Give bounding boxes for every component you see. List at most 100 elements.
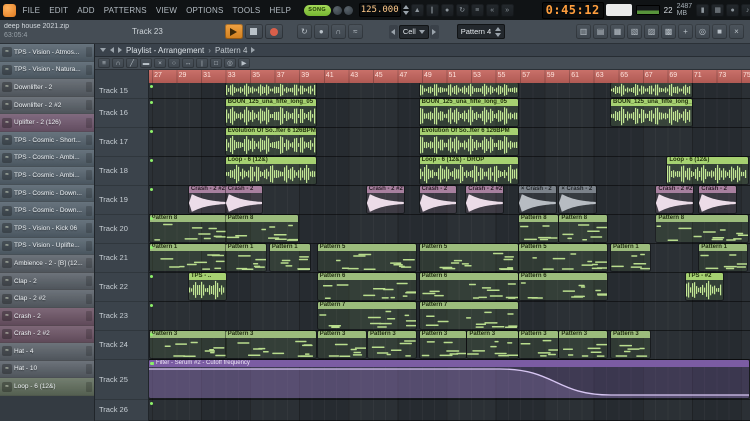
browser-item[interactable]: ≈ TPS - Vision - Uplifte...	[0, 237, 94, 256]
pattern-clip[interactable]: Pattern 5	[518, 244, 608, 271]
browser-item[interactable]: ≈ TPS - Cosmic - Down...	[0, 202, 94, 220]
audio-clip[interactable]: Evolution Of So..fter 6 126BPM	[419, 128, 518, 155]
crash-clip[interactable]: Crash - 2	[419, 186, 457, 213]
pattern-clip[interactable]: Pattern 3	[611, 331, 651, 358]
tempo-tap-icon[interactable]: ◎	[695, 24, 710, 39]
pattern-clip[interactable]: Pattern 8	[559, 215, 608, 242]
snap-prev-icon[interactable]	[388, 24, 398, 39]
breadcrumb-pattern[interactable]: Pattern 4	[215, 46, 247, 55]
speaker-icon[interactable]: ♪	[741, 3, 750, 17]
pattern-clip[interactable]: Pattern 3	[149, 331, 226, 358]
piano-roll-window-icon[interactable]: ▦	[610, 24, 625, 39]
pattern-clip[interactable]: Pattern 5	[419, 244, 518, 271]
browser-item[interactable]: ≈ Hat - 10	[0, 360, 94, 379]
pattern-clip[interactable]: Pattern 5	[317, 244, 416, 271]
browser-item[interactable]: ≈ TPS - Vision - Kick 06	[0, 219, 94, 238]
track-lane[interactable]: BOUN_125_una_fifte_long_05 BOUN_125_una_f…	[149, 99, 750, 128]
audio-clip[interactable]: Evolution Of So..fter 6 126BPM	[225, 128, 317, 155]
slip-tool-icon[interactable]: ↔	[182, 58, 194, 68]
crash-clip[interactable]: Crash - 2 #2	[466, 186, 503, 213]
browser-item[interactable]: ≈ Hat - 4	[0, 343, 94, 361]
pattern-selector[interactable]: Pattern 4	[456, 24, 506, 39]
pattern-clip[interactable]: Pattern 7	[317, 302, 416, 329]
pattern-clip[interactable]: Pattern 8	[149, 215, 226, 242]
close-all-icon[interactable]: ×	[729, 24, 744, 39]
play-button[interactable]	[224, 24, 243, 39]
menu-view[interactable]: VIEW	[151, 6, 181, 15]
mic-icon[interactable]: ●	[726, 3, 740, 17]
pattern-clip[interactable]: Pattern 1	[149, 244, 226, 271]
track-lane[interactable]: TPS - .. Pattern 6 Pattern 6 Pattern 6 TPS -…	[149, 273, 750, 302]
pattern-clip[interactable]: Pattern 3	[467, 331, 518, 358]
menu-edit[interactable]: EDIT	[45, 6, 73, 15]
pattern-clip[interactable]: Pattern 8	[225, 215, 299, 242]
pattern-clip[interactable]: Pattern 1	[699, 244, 748, 271]
pattern-clip[interactable]: Pattern 8	[518, 215, 559, 242]
track-lane[interactable]: Crash - 2 #2 Crash - 2 Crash - 2 #2 Crash -…	[149, 186, 750, 215]
pattern-clip[interactable]: Pattern 1	[611, 244, 651, 271]
pattern-clip[interactable]: Pattern 8	[656, 215, 749, 242]
track-header[interactable]: Track 25	[95, 360, 148, 400]
browser-item[interactable]: ≈ Downlifter - 2	[0, 79, 94, 97]
audio-clip[interactable]: BOUN_125_una_fifte_long_05	[611, 99, 692, 126]
track-header[interactable]: Track 22	[95, 273, 148, 302]
crash-clip[interactable]: Crash - 2 #2	[656, 186, 694, 213]
snap-next-icon[interactable]	[429, 24, 439, 39]
pattern-song-loop-icon[interactable]: ↻	[296, 24, 312, 39]
pattern-clip[interactable]: Pattern 3	[225, 331, 317, 358]
browser-item[interactable]: ≈ TPS - Cosmic - Down...	[0, 184, 94, 203]
automation-clip[interactable]: Filter - Serum #2 - Cutoff frequency	[149, 360, 749, 398]
zoom-tool-icon[interactable]: ◎	[224, 58, 236, 68]
crash-clip[interactable]: Crash - 2	[699, 186, 737, 213]
pattern-clip[interactable]: Pattern 7	[419, 302, 518, 329]
tempo-display[interactable]: 125.000	[358, 3, 401, 17]
track-header[interactable]: Track 26	[95, 400, 148, 421]
nav-left-icon[interactable]	[110, 47, 114, 53]
audio-clip[interactable]: BOUN_125_una_fifte_long_05	[225, 99, 317, 126]
picker-panel-icon[interactable]: ▥	[576, 24, 591, 39]
browser-item[interactable]: ≈ TPS - Cosmic - Ambi...	[0, 167, 94, 185]
slice-tool-icon[interactable]: |	[196, 58, 208, 68]
pattern-clip[interactable]: Pattern 1	[269, 244, 311, 271]
audio-clip[interactable]: Loop - 6 (12&)	[225, 157, 317, 184]
audio-clip[interactable]	[419, 83, 518, 97]
browser-item[interactable]: ≈ Loop - 6 (12&)	[0, 378, 94, 396]
tempo-spinner[interactable]	[402, 5, 409, 15]
pattern-clip[interactable]: Pattern 6	[518, 273, 608, 300]
browser-window-icon[interactable]: ▩	[661, 24, 676, 39]
crash-clip[interactable]: × Crash - 2	[518, 186, 556, 213]
audio-clip[interactable]: Loop - 6 (12&)	[667, 157, 749, 184]
note-snap-icon[interactable]: ∩	[330, 24, 346, 39]
midi-activity-icon[interactable]: ▮	[696, 3, 710, 17]
crumb-next-icon[interactable]	[251, 47, 256, 53]
rewind-icon[interactable]: «	[485, 3, 499, 17]
window-arrange-icon[interactable]: ■	[712, 24, 727, 39]
track-header[interactable]: Track 17	[95, 128, 148, 157]
menu-options[interactable]: OPTIONS	[182, 6, 228, 15]
draw-tool-icon[interactable]: ╱	[126, 58, 138, 68]
track-header[interactable]: Track 15	[95, 83, 148, 99]
blend-recording-icon[interactable]: ●	[440, 3, 454, 17]
track-header[interactable]: Track 20	[95, 215, 148, 244]
playback-tool-icon[interactable]: ▶	[238, 58, 250, 68]
menu-file[interactable]: FILE	[18, 6, 45, 15]
pattern-clip[interactable]: Pattern 1	[225, 244, 267, 271]
menu-tools[interactable]: TOOLS	[228, 6, 265, 15]
track-header[interactable]: Track 19	[95, 186, 148, 215]
browser-item[interactable]: ≈ Uplifter - 2 (126)	[0, 114, 94, 132]
loop-mode-led[interactable]	[343, 5, 353, 15]
track-header[interactable]: Track 23	[95, 302, 148, 331]
menu-patterns[interactable]: PATTERNS	[99, 6, 151, 15]
audio-clip[interactable]: TPS - ..	[188, 273, 226, 300]
typing-keyboard-icon[interactable]: ▦	[711, 3, 725, 17]
snap-magnet-icon[interactable]: ∩	[112, 58, 124, 68]
pattern-clip[interactable]: Pattern 3	[368, 331, 416, 358]
track-lane[interactable]: Loop - 6 (12&) Loop - 6 (12&) - DROP Loop …	[149, 157, 750, 186]
fl-logo-icon[interactable]	[3, 3, 16, 17]
snap-selector[interactable]: Cell	[398, 24, 429, 39]
browser-item[interactable]: ≈ Downlifter - 2 #2	[0, 96, 94, 115]
track-lane[interactable]: Pattern 3 Pattern 3 Pattern 3 Pattern 3 Patt…	[149, 331, 750, 360]
mute-tool-icon[interactable]: ○	[168, 58, 180, 68]
plugin-picker-icon[interactable]: +	[678, 24, 693, 39]
browser-item[interactable]: ≈ TPS - Cosmic - Short...	[0, 131, 94, 150]
